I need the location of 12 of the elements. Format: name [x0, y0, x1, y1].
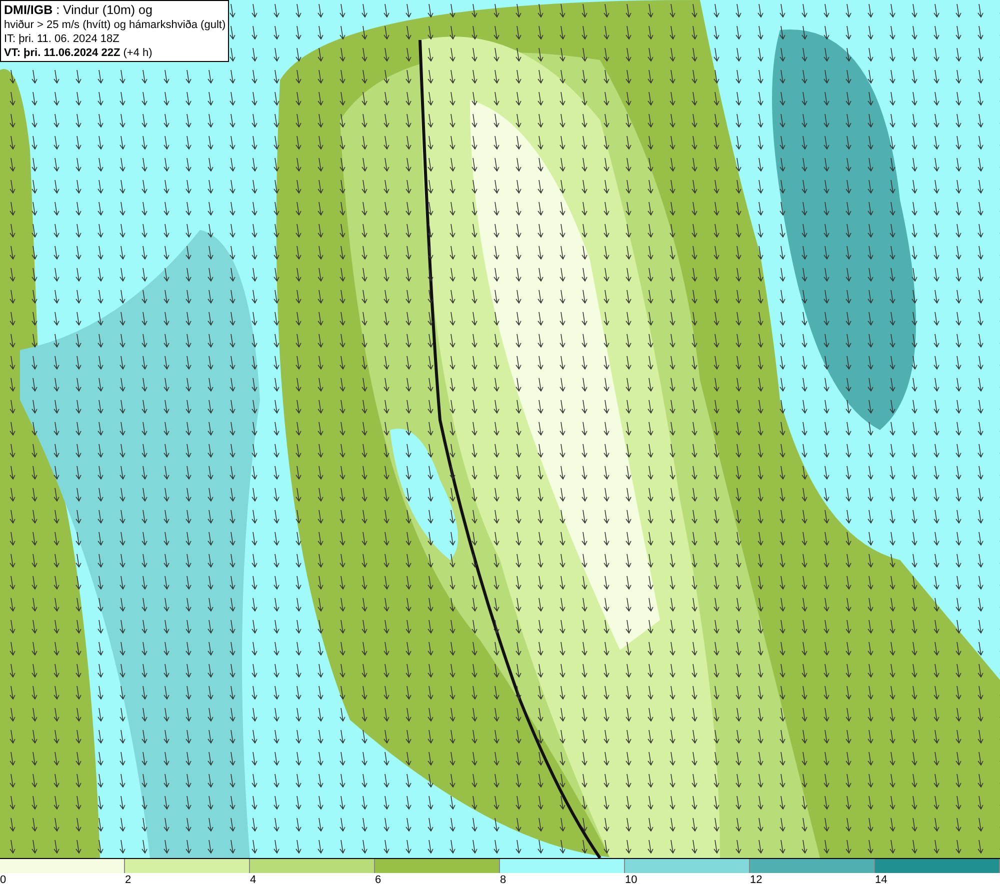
legend-label: 2: [125, 873, 132, 887]
title-line: DMI/IGB : Vindur (10m) og: [4, 2, 154, 18]
legend-label: 0: [0, 873, 6, 887]
title-line: hviður > 25 m/s (hvítt) og hámarkshviða (gult): [4, 18, 225, 32]
legend-label: 14: [875, 873, 888, 887]
title-line: IT: þri. 11. 06. 2024 18Z: [4, 32, 120, 46]
title-line: VT: þri. 11.06.2024 22Z (+4 h): [4, 46, 154, 60]
legend-label: 12: [750, 873, 762, 887]
legend-label: 10: [625, 873, 638, 887]
legend-label: 6: [375, 873, 382, 887]
legend-label: 4: [250, 873, 256, 887]
legend-label: 8: [500, 873, 506, 887]
